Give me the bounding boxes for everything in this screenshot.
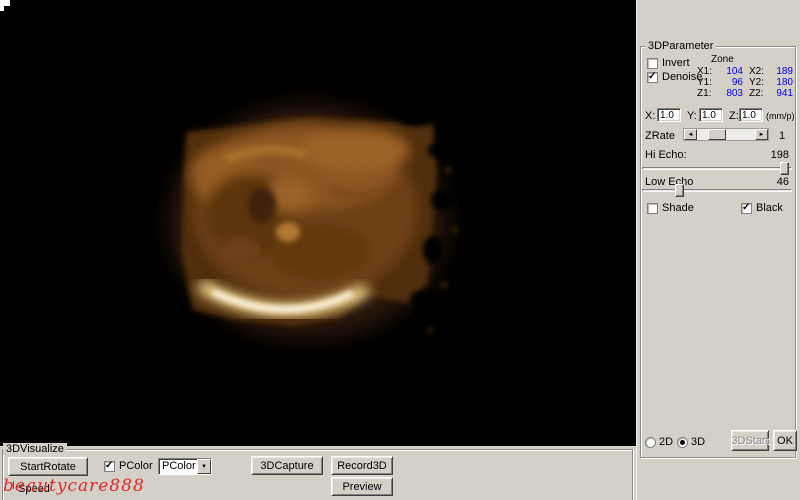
scale-y-label: Y: xyxy=(687,110,697,122)
low-echo-slider-track xyxy=(642,189,792,192)
scale-y-input[interactable] xyxy=(699,108,723,122)
low-echo-slider[interactable] xyxy=(642,184,792,198)
watermark-text: beautycare888 xyxy=(3,476,145,496)
pcolor-combobox-value: PColor xyxy=(162,460,196,472)
hi-echo-slider-thumb[interactable] xyxy=(780,162,789,175)
zrate-label: ZRate xyxy=(645,130,675,142)
hi-echo-slider[interactable] xyxy=(642,162,792,176)
start-rotate-button[interactable]: StartRotate xyxy=(8,457,88,476)
zrate-scroll-left-icon[interactable] xyxy=(684,129,697,140)
zrate-scroll-thumb[interactable] xyxy=(707,129,726,140)
zone-z2-value: 941 xyxy=(776,88,793,99)
zone-x1-value: 104 xyxy=(726,66,743,77)
scale-z-label: Z: xyxy=(729,110,739,122)
scale-x-label: X: xyxy=(645,110,656,122)
hi-echo-value: 198 xyxy=(770,149,789,161)
chevron-down-icon[interactable] xyxy=(197,459,211,474)
zone-z1-value: 803 xyxy=(726,88,743,99)
zone-x2-value: 189 xyxy=(776,66,793,77)
black-label: Black xyxy=(756,202,783,214)
ok-button[interactable]: OK xyxy=(773,430,797,451)
zone-y2-label: Y2: xyxy=(749,77,765,88)
zone-y1-label: Y1: xyxy=(697,77,713,88)
zone-y2-value: 180 xyxy=(776,77,793,88)
zone-z1-label: Z1: xyxy=(697,88,712,99)
view-3d-radio[interactable] xyxy=(677,437,688,448)
scale-z-input[interactable] xyxy=(739,108,763,122)
record-3d-button[interactable]: Record3D xyxy=(331,456,393,475)
pcolor-checkbox[interactable] xyxy=(104,460,115,472)
capture-3d-button[interactable]: 3DCapture xyxy=(251,456,323,475)
ultrasound-3d-app: 3DParameter Invert Denoise Zone X1: 104 … xyxy=(0,0,800,500)
pcolor-checkbox-label: PColor xyxy=(119,460,153,472)
hi-echo-label: Hi Echo: xyxy=(645,149,687,161)
scale-unit-label: (mm/p) xyxy=(766,111,795,121)
shade-checkbox[interactable] xyxy=(647,203,658,214)
shade-label: Shade xyxy=(662,202,694,214)
zrate-scrollbar[interactable] xyxy=(683,128,769,141)
zrate-scroll-right-icon[interactable] xyxy=(755,129,768,140)
zone-title: Zone xyxy=(711,54,734,65)
parameter-panel: 3DParameter Invert Denoise Zone X1: 104 … xyxy=(636,0,800,500)
start-3d-button[interactable]: 3DStart xyxy=(731,430,769,451)
view-3d-label: 3D xyxy=(691,436,706,448)
preview-button[interactable]: Preview xyxy=(331,477,393,496)
render-viewport[interactable] xyxy=(0,0,636,446)
invert-label: Invert xyxy=(662,57,690,69)
zone-z2-label: Z2: xyxy=(749,88,764,99)
ultrasound-3d-render xyxy=(0,0,458,340)
zrate-value: 1 xyxy=(779,130,786,142)
view-2d-radio[interactable] xyxy=(645,437,656,448)
invert-checkbox[interactable] xyxy=(647,58,658,69)
pcolor-combobox[interactable]: PColor xyxy=(158,458,212,475)
view-2d-label: 2D xyxy=(659,436,674,448)
scale-x-input[interactable] xyxy=(657,108,681,122)
zone-x1-label: X1: xyxy=(697,66,713,77)
low-echo-slider-thumb[interactable] xyxy=(675,184,684,197)
parameter-group-title: 3DParameter xyxy=(645,40,717,52)
zone-x2-label: X2: xyxy=(749,66,765,77)
black-checkbox[interactable] xyxy=(741,202,752,214)
visualize-group-title: 3DVisualize xyxy=(3,443,67,455)
corner-overlay-mark xyxy=(0,0,10,11)
zone-y1-value: 96 xyxy=(731,77,743,88)
denoise-checkbox[interactable] xyxy=(647,71,658,83)
hi-echo-slider-track xyxy=(642,167,792,170)
